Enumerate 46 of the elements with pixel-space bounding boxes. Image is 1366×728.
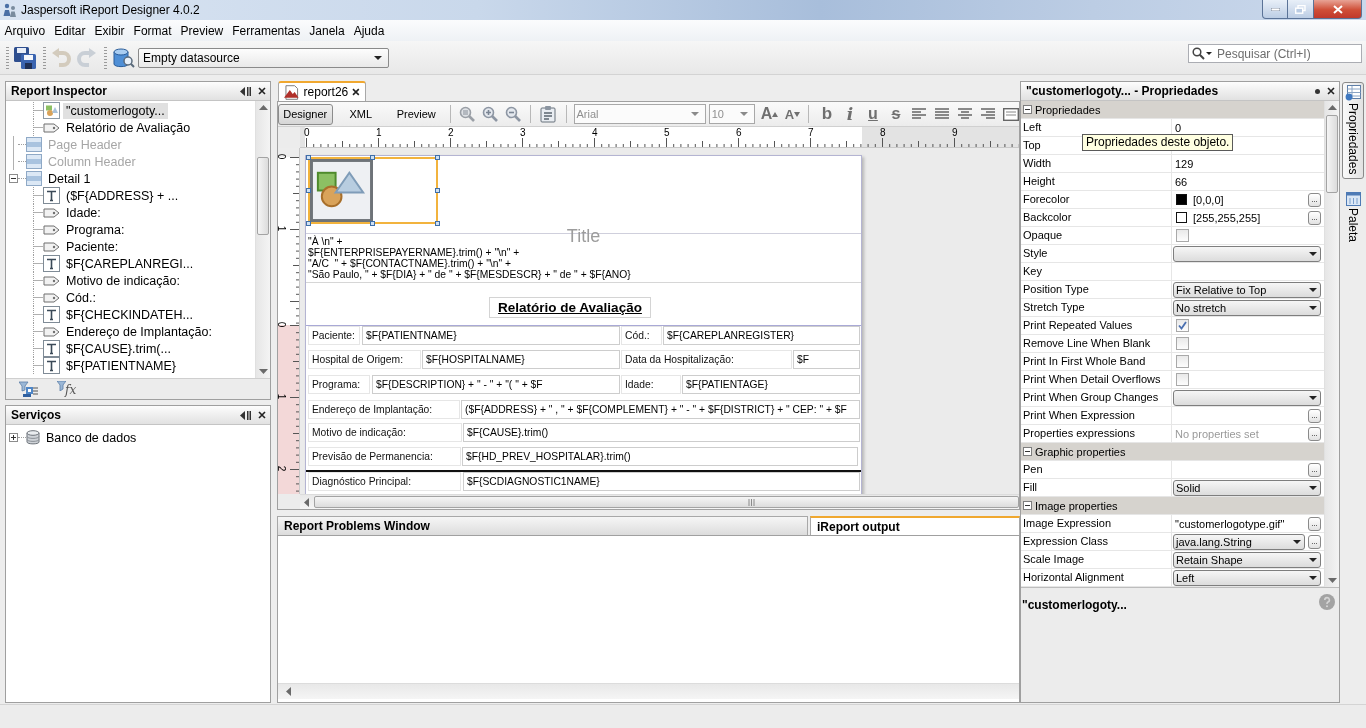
property-name: Image Expression [1021, 515, 1172, 532]
description-title: "customerlogoty... [1022, 598, 1127, 612]
window-title: Jaspersoft iReport Designer 4.0.2 [21, 3, 200, 17]
color-value: [0,0,0] [1193, 193, 1225, 206]
ruler-number: 4 [592, 127, 598, 138]
property-name: Scale Image [1021, 551, 1172, 568]
color-value: [255,255,255] [1193, 211, 1262, 224]
ruler-number: 1 [376, 127, 382, 138]
property-name: Stretch Type [1021, 299, 1172, 316]
property-name: Style [1021, 245, 1172, 262]
property-name: Key [1021, 263, 1172, 280]
ruler-number: 0 [278, 321, 288, 328]
property-name: Forecolor [1021, 191, 1172, 208]
property-name: Width [1021, 155, 1172, 172]
property-name: Print When Group Changes [1021, 389, 1172, 406]
property-name: Opaque [1021, 227, 1172, 244]
property-name: Print Repeated Values [1021, 317, 1172, 334]
ruler-number: 5 [664, 127, 670, 138]
ruler-number: 2 [278, 465, 288, 472]
panel-title: Report Inspector [11, 84, 107, 98]
property-name: Backcolor [1021, 209, 1172, 226]
property-name: Print When Detail Overflows [1021, 371, 1172, 388]
band-watermark: Title [566, 227, 601, 245]
property-name: Position Type [1021, 281, 1172, 298]
property-name: Fill [1021, 479, 1172, 496]
tooltip: Propriedades deste objeto. [1082, 134, 1234, 151]
property-name: Expression Class [1021, 533, 1172, 550]
property-name: Pen [1021, 461, 1172, 478]
property-name: Horizontal Alignment [1021, 569, 1172, 586]
ruler-number: 1 [278, 393, 288, 400]
ruler-number: 8 [880, 127, 886, 138]
ruler-number: 1 [278, 225, 288, 232]
ruler-number: 0 [278, 153, 288, 160]
ruler-number: 0 [304, 127, 310, 138]
ruler-number: 9 [952, 127, 958, 138]
property-name: Remove Line When Blank [1021, 335, 1172, 352]
ruler-number: 2 [448, 127, 454, 138]
ruler-number: 6 [736, 127, 742, 138]
ruler-number: 7 [808, 127, 814, 138]
panel-title: Serviços [11, 408, 62, 422]
property-name: Print In First Whole Band [1021, 353, 1172, 370]
panel-title: "customerlogoty... - Propriedades [1026, 84, 1219, 98]
ruler-number: 3 [520, 127, 526, 138]
property-name: Height [1021, 173, 1172, 190]
property-name: Properties expressions [1021, 425, 1172, 442]
property-name: Print When Expression [1021, 407, 1172, 424]
